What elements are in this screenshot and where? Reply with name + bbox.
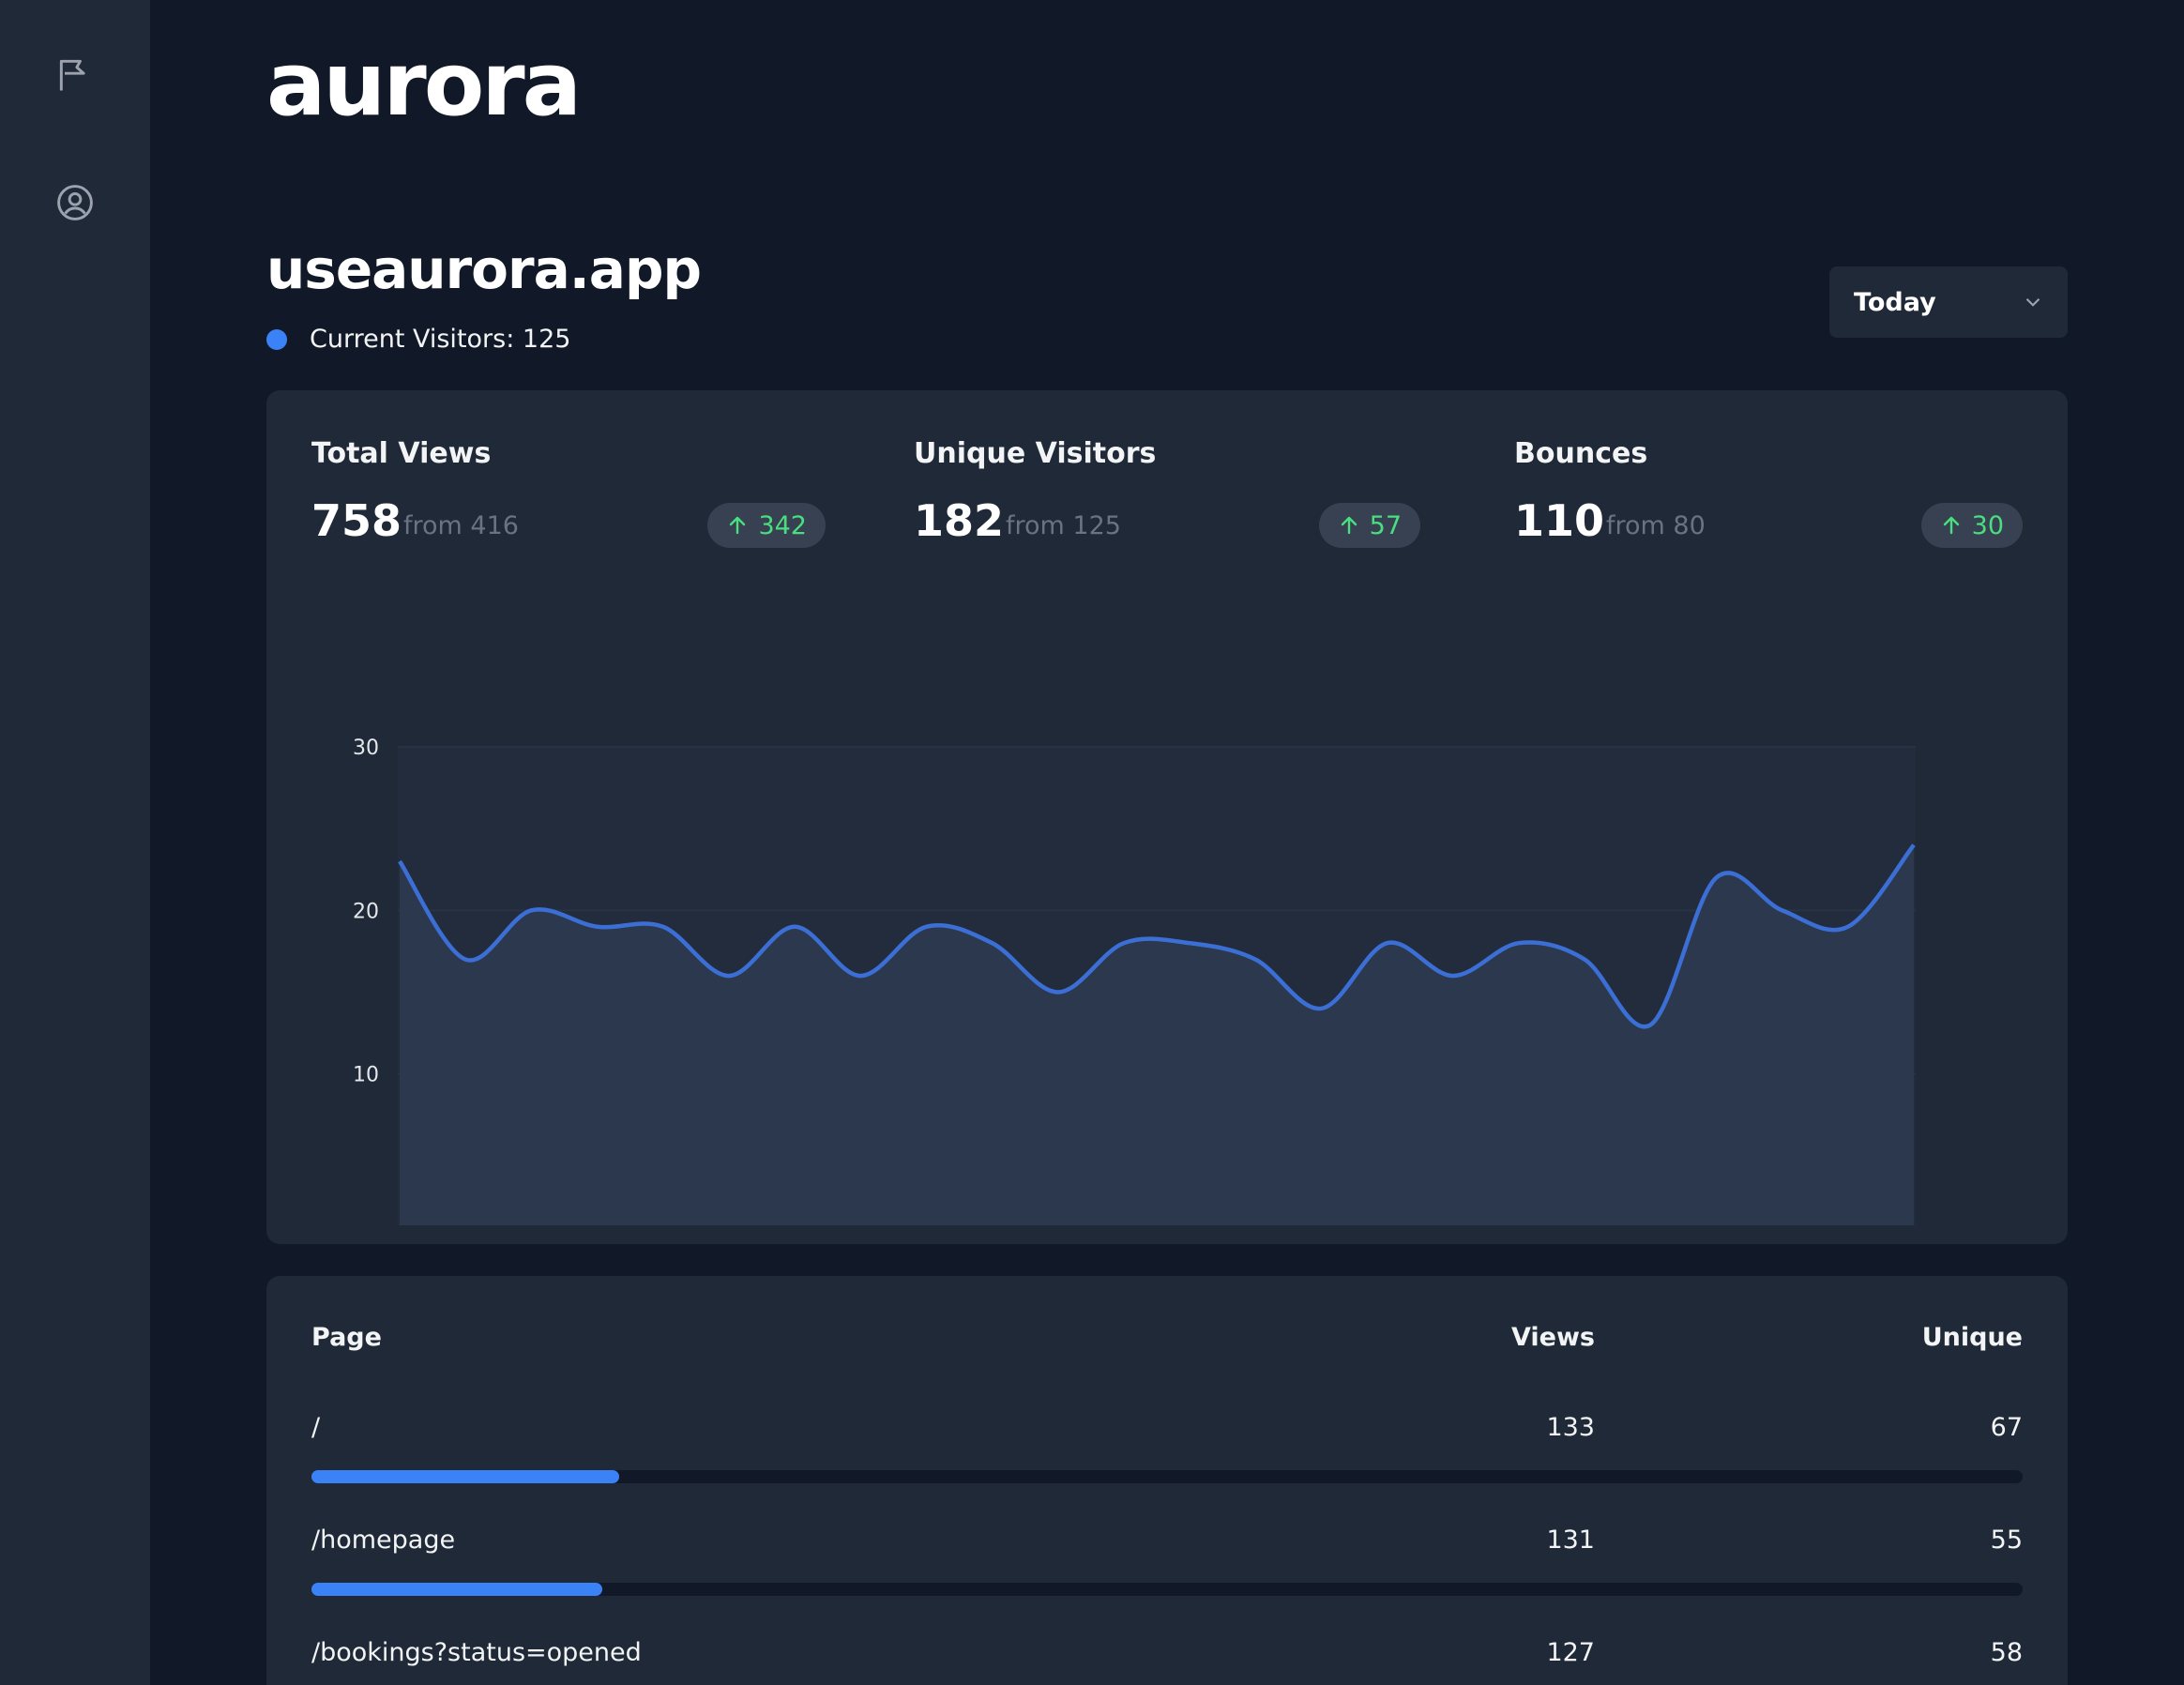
sidebar <box>0 0 150 1685</box>
y-tick-label: 30 <box>353 736 379 760</box>
page-path: /homepage <box>311 1526 456 1555</box>
stat-change: 57 <box>1369 510 1402 540</box>
site-title: useaurora.app <box>266 237 702 301</box>
column-header-views[interactable]: Views <box>1511 1323 1595 1352</box>
stat-label: Unique Visitors <box>914 437 1157 470</box>
stat-label: Total Views <box>311 437 492 470</box>
page-share-fill <box>311 1583 603 1596</box>
stat-value: 110 <box>1514 495 1605 546</box>
stat-previous: from 80 <box>1606 511 1706 540</box>
y-tick-label: 20 <box>353 900 379 923</box>
stat-total-views: Total Views 758 from 416 342 <box>311 437 826 548</box>
page-unique: 55 <box>1990 1526 2023 1555</box>
stat-unique-visitors: Unique Visitors 182 from 125 57 <box>914 437 1420 548</box>
live-indicator-icon <box>266 328 287 350</box>
stat-change-badge: 342 <box>707 503 826 548</box>
column-header-page[interactable]: Page <box>311 1323 382 1352</box>
stats-card: Total Views 758 from 416 342 Unique Visi… <box>266 390 2068 1244</box>
views-chart: 010203000:00:0001:00:0002:00:0003:00:000… <box>353 736 1916 1225</box>
page-share-bar <box>311 1583 2023 1596</box>
page-unique: 58 <box>1990 1638 2023 1667</box>
stat-value: 758 <box>311 495 402 546</box>
stat-value: 182 <box>914 495 1005 546</box>
page-views: 131 <box>1546 1526 1595 1555</box>
pages-card: Page Views Unique / 133 67 /homepage 131… <box>266 1276 2068 1685</box>
stat-change-badge: 57 <box>1318 503 1420 548</box>
arrow-up-icon <box>730 516 746 535</box>
period-select[interactable]: Today <box>1829 266 2068 338</box>
brand-logo[interactable]: aurora <box>266 41 582 129</box>
stat-previous: from 416 <box>403 511 519 540</box>
user-circle-icon[interactable] <box>53 180 98 225</box>
arrow-up-icon <box>1943 516 1959 535</box>
current-visitors-label: Current Visitors: 125 <box>310 325 571 354</box>
period-select-value: Today <box>1854 287 1936 317</box>
chevron-down-icon <box>2025 297 2040 307</box>
column-header-unique[interactable]: Unique <box>1922 1323 2023 1352</box>
stat-change: 30 <box>1971 510 2004 540</box>
page-share-bar <box>311 1470 2023 1483</box>
stat-change: 342 <box>758 510 807 540</box>
stat-change-badge: 30 <box>1920 503 2023 548</box>
current-visitors: Current Visitors: 125 <box>266 325 570 354</box>
y-tick-label: 10 <box>353 1064 379 1087</box>
page-share-fill <box>311 1470 620 1483</box>
stat-previous: from 125 <box>1006 511 1121 540</box>
flag-icon[interactable] <box>53 53 98 98</box>
page-views: 133 <box>1546 1413 1595 1442</box>
page-unique: 67 <box>1990 1413 2023 1442</box>
arrow-up-icon <box>1341 516 1357 535</box>
stat-bounces: Bounces 110 from 80 30 <box>1514 437 2023 548</box>
page-views: 127 <box>1546 1638 1595 1667</box>
page-path: / <box>311 1413 321 1442</box>
page-path: /bookings?status=opened <box>311 1638 642 1667</box>
stat-label: Bounces <box>1514 437 1648 470</box>
